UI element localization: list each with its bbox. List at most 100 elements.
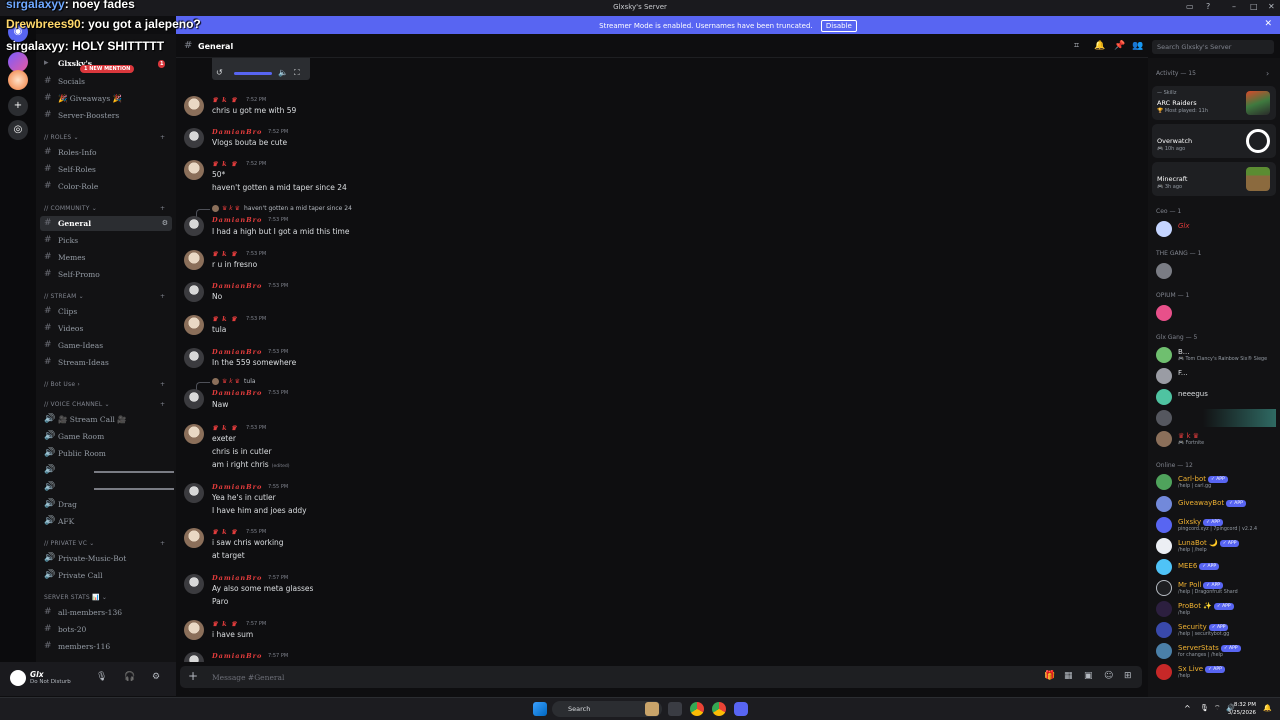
pin-icon[interactable]: 📌 bbox=[1114, 41, 1125, 51]
channel-roles-info[interactable]: # Roles-Info bbox=[40, 145, 172, 160]
discover-icon[interactable]: ◎ bbox=[8, 120, 28, 140]
avatar[interactable] bbox=[184, 282, 204, 302]
category-private-vc[interactable]: // PRIVATE VC ⌄ + bbox=[44, 540, 165, 547]
gift-icon[interactable]: 🎁 bbox=[1044, 671, 1055, 681]
channel-game-ideas[interactable]: # Game-Ideas bbox=[40, 338, 172, 353]
tray-chevron-icon[interactable]: ^ bbox=[1184, 704, 1191, 713]
member-row-bot[interactable]: ServerStats ✓ APP for changes | /help bbox=[1154, 642, 1276, 660]
member-row[interactable]: neeegus bbox=[1154, 388, 1276, 406]
taskbar-clock[interactable]: 8:32 PM 3/25/2026 bbox=[1228, 701, 1256, 717]
member-row-bot[interactable]: Security ✓ APP /help | securitybot.gg bbox=[1154, 621, 1276, 639]
stat-members[interactable]: # members-116 bbox=[40, 639, 172, 654]
volume-slider[interactable] bbox=[234, 72, 272, 75]
apps-icon[interactable]: ⊞ bbox=[1124, 671, 1132, 681]
voice-drag[interactable]: 🔊 Drag bbox=[40, 497, 172, 512]
avatar[interactable] bbox=[184, 96, 204, 116]
channel-picks[interactable]: # Picks bbox=[40, 233, 172, 248]
add-channel-icon[interactable]: + bbox=[160, 205, 165, 212]
message[interactable]: ♛ k ♛ 7:53 PM r u in fresno bbox=[176, 248, 1136, 278]
member-row[interactable]: ♛ k ♛ 🎮 Fortnite bbox=[1154, 430, 1276, 448]
tray-mic-icon[interactable]: 🎙 bbox=[1200, 704, 1209, 712]
message[interactable]: DamianBro 7:57 PM bbox=[176, 650, 1136, 662]
message-author[interactable]: ♛ k ♛ bbox=[212, 96, 238, 104]
voice-afk[interactable]: 🔊 AFK bbox=[40, 514, 172, 529]
add-server-icon[interactable]: + bbox=[8, 96, 28, 116]
channel-general[interactable]: # General ⚙ bbox=[40, 216, 172, 231]
message-author[interactable]: ♛ k ♛ bbox=[212, 528, 238, 536]
channel-socials[interactable]: # Socials bbox=[40, 74, 172, 89]
member-row-bot[interactable]: Sx Live ✓ APP /help bbox=[1154, 663, 1276, 681]
member-row[interactable] bbox=[1154, 304, 1276, 322]
avatar[interactable] bbox=[184, 389, 204, 409]
new-mention-badge[interactable]: 1 NEW MENTION bbox=[80, 65, 135, 73]
user-settings-gear-icon[interactable]: ⚙ bbox=[152, 672, 160, 682]
add-channel-icon[interactable]: + bbox=[160, 134, 165, 141]
voice-public-room[interactable]: 🔊 Public Room bbox=[40, 446, 172, 461]
notification-bell-icon[interactable]: 🔔 bbox=[1094, 41, 1105, 51]
member-row-bot[interactable]: LunaBot 🌙 ✓ APP /help | /help bbox=[1154, 537, 1276, 555]
voice-private-music-bot[interactable]: 🔊 Private-Music-Bot bbox=[40, 551, 172, 566]
channel-memes[interactable]: # Memes bbox=[40, 250, 172, 265]
message-author[interactable]: DamianBro bbox=[212, 128, 262, 136]
chevron-right-icon[interactable]: › bbox=[1266, 69, 1269, 78]
wifi-icon[interactable]: ⌔ bbox=[1214, 704, 1221, 713]
search-input[interactable]: Search Glxsky's Server bbox=[1152, 40, 1274, 54]
reply-preview[interactable]: ♛ k ♛ tula bbox=[212, 378, 256, 385]
category-server-stats[interactable]: SERVER STATS 📊 ⌄ bbox=[44, 594, 107, 601]
category-roles[interactable]: // ROLES ⌄ + bbox=[44, 134, 165, 141]
inbox-icon[interactable]: ▭ bbox=[1186, 2, 1194, 11]
message-author[interactable]: DamianBro bbox=[212, 574, 262, 582]
video-player[interactable]: ↺ 🔈 ⛶ bbox=[212, 58, 310, 80]
chrome-icon[interactable] bbox=[690, 702, 704, 716]
disable-streamer-mode-button[interactable]: Disable bbox=[820, 20, 857, 32]
member-row-bot[interactable]: Mr Poll ✓ APP /help | Dragonfruit Shard bbox=[1154, 579, 1276, 597]
microphone-icon[interactable]: 🎙 bbox=[96, 672, 107, 682]
file-explorer-icon[interactable] bbox=[668, 702, 682, 716]
category-bot-use[interactable]: // Bot Use › + bbox=[44, 381, 165, 388]
message-author[interactable]: DamianBro bbox=[212, 216, 262, 224]
channel-videos[interactable]: # Videos bbox=[40, 321, 172, 336]
message-author[interactable]: ♛ k ♛ bbox=[212, 620, 238, 628]
avatar[interactable] bbox=[184, 348, 204, 368]
member-row[interactable] bbox=[1154, 409, 1276, 427]
app-icon[interactable] bbox=[645, 702, 659, 716]
notifications-icon[interactable]: 🔔 bbox=[1263, 704, 1272, 712]
message-author[interactable]: DamianBro bbox=[212, 652, 262, 660]
close-banner-icon[interactable]: ✕ bbox=[1264, 19, 1272, 29]
message[interactable]: ♛ k ♛ 7:53 PM tula bbox=[176, 313, 1136, 343]
message[interactable]: ♛ k ♛ 7:52 PM 50* haven't gotten a mid t… bbox=[176, 158, 1136, 200]
message[interactable]: DamianBro 7:53 PM In the 559 somewhere bbox=[176, 346, 1136, 376]
stat-all-members[interactable]: # all-members-136 bbox=[40, 605, 172, 620]
user-avatar[interactable] bbox=[10, 670, 26, 686]
add-channel-icon[interactable]: + bbox=[160, 401, 165, 408]
message[interactable]: ♛ k ♛ 7:52 PM chris u got me with 59 bbox=[176, 94, 1136, 124]
fullscreen-icon[interactable]: ⛶ bbox=[294, 68, 300, 78]
member-row-bot[interactable]: ProBot ✨ ✓ APP /help bbox=[1154, 600, 1276, 618]
avatar[interactable] bbox=[184, 128, 204, 148]
message-composer[interactable]: + Message #General 🎁 ▦ ▣ ☺ ⊞ bbox=[180, 666, 1142, 688]
avatar[interactable] bbox=[184, 652, 204, 662]
maximize-button[interactable]: □ bbox=[1250, 2, 1258, 11]
add-channel-icon[interactable]: + bbox=[160, 540, 165, 547]
close-window-button[interactable]: ✕ bbox=[1268, 2, 1275, 11]
voice-private-call[interactable]: 🔊 Private Call bbox=[40, 568, 172, 583]
member-row-bot[interactable]: Glxsky ✓ APP pingcord.xyz | 7pingcord | v… bbox=[1154, 516, 1276, 534]
channel-self-roles[interactable]: # Self-Roles bbox=[40, 162, 172, 177]
emoji-icon[interactable]: ☺ bbox=[1104, 671, 1113, 681]
add-channel-icon[interactable]: + bbox=[160, 381, 165, 388]
message-author[interactable]: ♛ k ♛ bbox=[212, 160, 238, 168]
headphones-icon[interactable]: 🎧 bbox=[124, 672, 135, 682]
member-row-bot[interactable]: MEE6 ✓ APP bbox=[1154, 558, 1276, 576]
message-author[interactable]: ♛ k ♛ bbox=[212, 250, 238, 258]
voice-stream-call[interactable]: 🔊 🎥 Stream Call 🎥 bbox=[40, 412, 172, 427]
server-icon-2[interactable] bbox=[8, 70, 28, 90]
message[interactable]: ♛ k ♛ tula DamianBro 7:53 PM Naw bbox=[176, 377, 1136, 415]
help-icon[interactable]: ? bbox=[1206, 2, 1210, 11]
category-stream[interactable]: // STREAM ⌄ + bbox=[44, 293, 165, 300]
message-author[interactable]: DamianBro bbox=[212, 483, 262, 491]
member-row[interactable]: Glx bbox=[1154, 220, 1276, 238]
avatar[interactable] bbox=[184, 250, 204, 270]
category-voice-channel[interactable]: // VOICE CHANNEL ⌄ + bbox=[44, 401, 165, 408]
member-row[interactable] bbox=[1154, 262, 1276, 280]
sticker-icon[interactable]: ▣ bbox=[1084, 671, 1093, 681]
